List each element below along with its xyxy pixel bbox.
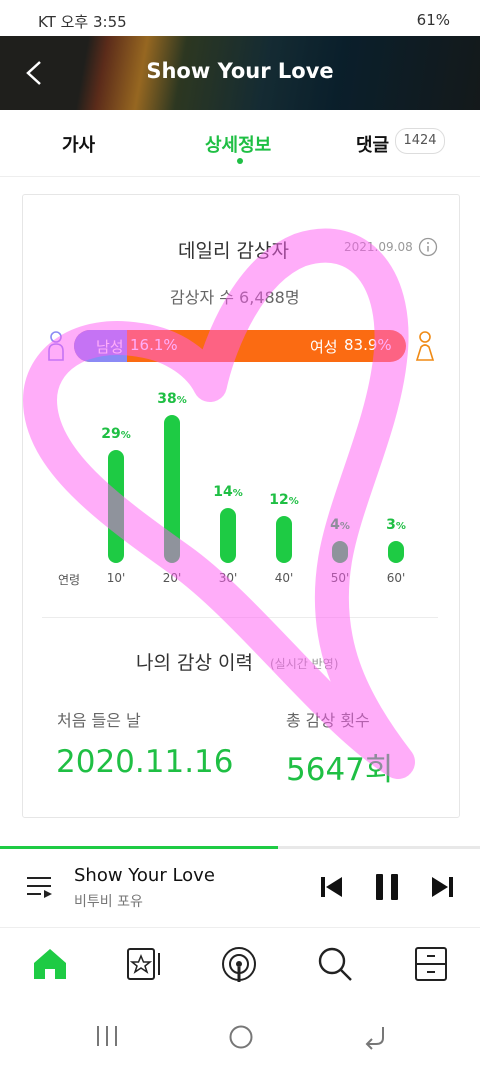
player-track-title[interactable]: Show Your Love <box>74 865 215 886</box>
age-tick-label: 60' <box>386 571 406 585</box>
podcast-icon[interactable] <box>219 944 259 984</box>
tab-comments[interactable]: 댓글 <box>356 131 389 157</box>
age-bar <box>108 450 124 563</box>
listener-count: 감상자 수 6,488명 <box>170 288 300 307</box>
status-bar: KT 오후 3:55 61% <box>0 0 480 36</box>
age-tick-label: 20' <box>162 571 182 585</box>
pause-icon[interactable] <box>374 873 400 901</box>
library-icon[interactable] <box>124 944 164 984</box>
age-bar-value: 3% <box>386 517 406 533</box>
storage-box-icon[interactable] <box>411 944 451 984</box>
section-divider <box>42 617 438 618</box>
previous-icon[interactable] <box>320 876 344 898</box>
age-bar <box>276 516 292 563</box>
male-percent: 16.1% <box>130 336 178 354</box>
playlist-icon[interactable] <box>26 873 54 901</box>
total-listen-count: 5647회 <box>286 752 394 788</box>
male-label: 남성 <box>96 338 124 356</box>
player-artist[interactable]: 비투비 포유 <box>74 891 143 911</box>
history-subtitle: (실시간 반영) <box>270 657 339 671</box>
female-icon <box>415 331 435 361</box>
info-icon[interactable] <box>418 237 438 257</box>
next-icon[interactable] <box>430 876 454 898</box>
age-axis-label: 연령 <box>58 573 81 587</box>
age-bar-value: 38% <box>157 391 187 407</box>
daily-date: 2021.09.08 <box>344 240 413 254</box>
carrier-time: KT 오후 3:55 <box>38 13 127 31</box>
recent-apps-icon[interactable] <box>95 1024 119 1048</box>
back-button-icon[interactable] <box>362 1024 388 1050</box>
female-percent: 83.9% <box>344 336 392 354</box>
mini-player: Show Your Love 비투비 포유 <box>0 849 480 928</box>
daily-title: 데일리 감상자 <box>178 240 289 262</box>
home-icon[interactable] <box>30 944 70 984</box>
female-label: 여성 <box>310 338 338 356</box>
system-navigation-bar <box>0 1002 480 1067</box>
search-icon[interactable] <box>315 944 355 984</box>
age-bar <box>164 415 180 563</box>
age-bar-value: 14% <box>213 484 243 501</box>
age-tick-label: 50' <box>330 571 350 585</box>
age-bar-value: 4% <box>330 517 350 533</box>
age-bar <box>332 541 348 563</box>
age-tick-label: 30' <box>218 571 238 585</box>
tab-lyrics[interactable]: 가사 <box>62 131 95 157</box>
first-listen-date: 2020.11.16 <box>56 744 234 780</box>
age-tick-label: 10' <box>106 571 126 585</box>
total-count-label: 총 감상 횟수 <box>286 711 370 730</box>
comment-count-badge[interactable]: 1424 <box>395 128 445 154</box>
age-bar <box>220 508 236 563</box>
age-bar-value: 12% <box>269 492 299 509</box>
first-listen-label: 처음 들은 날 <box>57 711 141 730</box>
header: Show Your Love <box>0 36 480 110</box>
home-button-icon[interactable] <box>228 1024 254 1050</box>
gender-ratio-bar: 남성 16.1% 여성 83.9% <box>74 330 406 362</box>
battery-level: 61% <box>416 11 450 29</box>
active-tab-indicator <box>237 158 243 164</box>
age-tick-label: 40' <box>274 571 294 585</box>
history-title: 나의 감상 이력 <box>136 652 253 674</box>
song-title: Show Your Love <box>146 59 334 83</box>
bottom-nav <box>0 928 480 1002</box>
age-bar <box>388 541 404 563</box>
male-icon <box>48 331 64 361</box>
age-bar-value: 29% <box>101 426 131 443</box>
tab-details[interactable]: 상세정보 <box>205 131 271 157</box>
